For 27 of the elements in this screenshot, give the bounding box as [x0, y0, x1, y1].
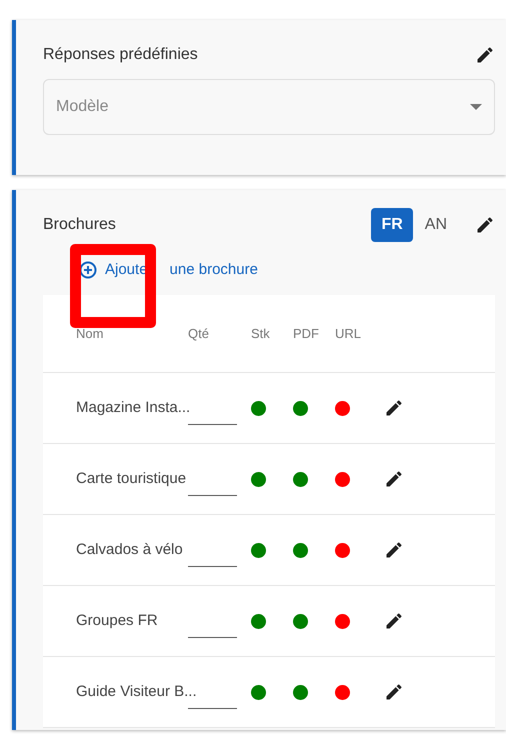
column-header: URL	[335, 326, 362, 341]
edit-icon[interactable]	[384, 611, 404, 631]
brochure-name: Calvados à vélo	[76, 541, 183, 558]
brochure-name: Guide Visiteur B...	[76, 683, 197, 700]
link-text: une brochure	[170, 260, 258, 280]
brochure-name: Carte touristique	[76, 470, 186, 487]
edit-icon[interactable]	[384, 469, 404, 489]
edit-icon[interactable]	[475, 45, 495, 65]
card-title: Brochures	[43, 215, 117, 235]
add-circle-icon	[79, 261, 97, 279]
edit-icon[interactable]	[384, 540, 404, 560]
brochure-name: Groupes FR	[76, 612, 158, 629]
card-title: Réponses prédéfinies	[43, 45, 198, 65]
column-header: Qté	[188, 326, 209, 341]
column-header: PDF	[293, 326, 319, 341]
template-dropdown[interactable]: Modèle	[43, 79, 495, 135]
edit-icon[interactable]	[384, 682, 404, 702]
edit-icon[interactable]	[384, 398, 404, 418]
edit-icon[interactable]	[475, 215, 495, 235]
add-brochure-link[interactable]: Ajoute une brochure	[79, 260, 495, 280]
language-tab[interactable]: AN	[412, 208, 459, 242]
dropdown-arrow-icon	[470, 104, 482, 110]
brochure-name: Magazine Insta...	[76, 399, 190, 416]
column-header: Stk	[251, 326, 270, 341]
link-text: Ajoute	[105, 260, 148, 280]
language-tab[interactable]: FR	[371, 208, 413, 242]
column-header: Nom	[76, 326, 104, 341]
